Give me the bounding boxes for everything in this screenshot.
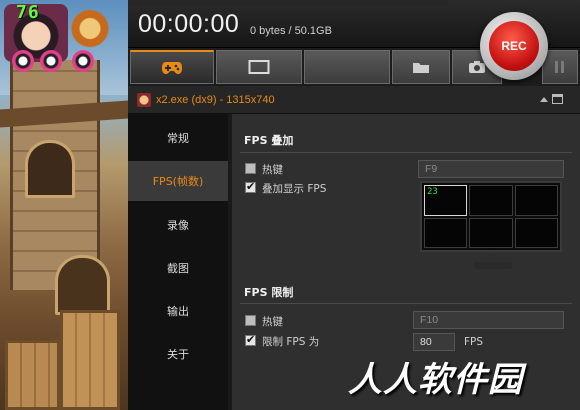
game-fps-counter: 76	[16, 2, 40, 23]
sidebar-item-fps[interactable]: FPS(帧数)	[128, 161, 228, 201]
position-bottom-left[interactable]	[424, 217, 468, 248]
position-bottom-right[interactable]	[514, 217, 558, 248]
limit-fps-checkbox[interactable]	[245, 333, 256, 346]
monitor-base	[474, 262, 512, 269]
position-top-left[interactable]: 23	[424, 185, 468, 216]
limit-fps-label: 限制 FPS 为	[262, 336, 320, 348]
game-crate	[60, 310, 120, 410]
sidebar-item-general[interactable]: 常规	[128, 118, 228, 158]
section-title-fps-overlay: FPS 叠加	[244, 134, 294, 147]
watermark-text: 人人软件园	[348, 360, 523, 400]
overlay-position-picker: 23	[420, 181, 562, 252]
collapse-icon[interactable]	[540, 97, 548, 102]
tab-games[interactable]	[130, 50, 214, 84]
game-orb	[40, 50, 62, 72]
game-orb	[72, 50, 94, 72]
game-window-background: 76	[0, 0, 128, 410]
game-orb	[12, 50, 34, 72]
show-fps-label: 叠加显示 FPS	[262, 183, 327, 195]
limit-hotkey-field[interactable]: F10	[413, 311, 564, 329]
sidebar-item-output[interactable]: 输出	[128, 291, 228, 331]
storage-usage: 0 bytes / 50.1GB	[250, 25, 332, 37]
section-divider	[240, 303, 572, 304]
section-title-fps-limit: FPS 限制	[244, 286, 294, 299]
show-fps-checkbox[interactable]	[245, 180, 256, 193]
fps-limit-input[interactable]: 80	[413, 333, 455, 351]
sidebar-item-screenshot[interactable]: 截图	[128, 248, 228, 288]
hotkey-checkbox[interactable]	[245, 163, 256, 174]
tab-blank[interactable]	[304, 50, 390, 84]
title-strip	[128, 0, 448, 6]
pause-icon	[555, 61, 564, 73]
settings-sidebar: 常规 FPS(帧数) 录像 截图 输出 关于	[128, 114, 228, 410]
tab-folder[interactable]	[392, 50, 450, 84]
monitor-stand	[486, 254, 496, 262]
game-window-upper	[25, 140, 75, 198]
position-top-center[interactable]	[469, 185, 513, 216]
sidebar-item-video[interactable]: 录像	[128, 205, 228, 245]
record-button[interactable]: REC	[489, 21, 539, 71]
window-icon[interactable]	[552, 94, 563, 104]
folder-icon	[413, 63, 429, 73]
game-orbs	[6, 50, 96, 76]
sidebar-item-about[interactable]: 关于	[128, 334, 228, 374]
recording-timer: 00:00:00	[138, 10, 240, 38]
game-window-lower	[55, 255, 110, 315]
preview-fps-value: 23	[427, 187, 438, 197]
position-top-right[interactable]	[514, 185, 558, 216]
game-crate	[5, 340, 60, 410]
section-divider	[240, 152, 572, 153]
limit-hotkey-checkbox[interactable]	[245, 315, 256, 326]
target-window-title: x2.exe (dx9) - 1315x740	[156, 94, 275, 106]
overlay-hotkey-field[interactable]: F9	[418, 160, 564, 178]
limit-hotkey-label: 热键	[262, 316, 283, 328]
app-icon	[137, 93, 151, 107]
screen-icon	[248, 60, 270, 74]
tab-pause[interactable]	[542, 50, 578, 84]
game-pet-portrait	[70, 6, 110, 56]
hotkey-label: 热键	[262, 164, 283, 176]
fps-unit-label: FPS	[464, 336, 484, 348]
gamepad-icon	[162, 61, 182, 74]
tab-video[interactable]	[216, 50, 302, 84]
position-bottom-center[interactable]	[469, 217, 513, 248]
record-button-ring: REC	[480, 12, 548, 80]
